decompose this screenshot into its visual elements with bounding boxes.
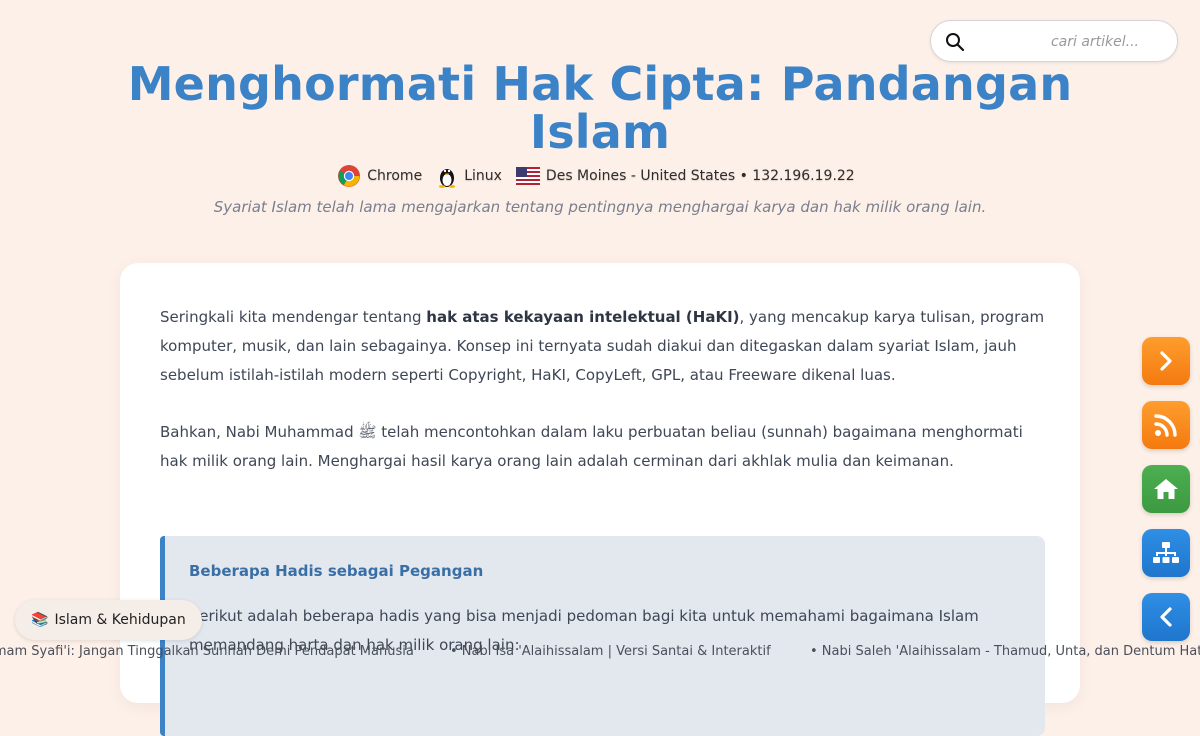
location-info: Des Moines - United States • 132.196.19.… [515,167,855,185]
os-info: Linux [436,164,502,188]
chevron-left-icon [1160,607,1172,627]
intro-paragraph: Seringkali kita mendengar tentang hak at… [160,303,1045,390]
linux-tux-icon [438,169,456,188]
location-label: Des Moines - United States • 132.196.19.… [545,168,855,184]
haki-term: hak atas kekayaan intelektual (HaKI) [426,308,740,326]
sitemap-icon [1153,542,1179,563]
article-card: Seringkali kita mendengar tentang hak at… [120,263,1080,736]
intro-text-start: Seringkali kita mendengar tentang [160,308,427,326]
home-button[interactable] [1142,465,1190,513]
news-ticker: Imam Syafi'i: Jangan Tinggalkan Sunnah D… [0,641,1200,663]
next-article-button[interactable] [1142,337,1190,385]
rss-icon [1154,414,1177,437]
page-subtitle: Syariat Islam telah lama mengajarkan ten… [213,198,987,216]
ticker-item[interactable]: Imam Syafi'i: Jangan Tinggalkan Sunnah D… [0,644,414,659]
browser-label: Chrome [367,168,423,184]
visitor-meta: Chrome Linux Des Moines - United States … [0,163,1200,189]
category-badge[interactable]: 📚 Islam & Kehidupan [15,600,202,640]
hadith-callout: Beberapa Hadis sebagai Pegangan Berikut … [160,536,1045,736]
search-icon [946,33,965,52]
sitemap-button[interactable] [1142,529,1190,577]
chevron-right-icon [1160,351,1172,371]
home-icon [1154,479,1178,499]
previous-article-button[interactable] [1142,593,1190,641]
os-label: Linux [464,168,502,184]
us-flag-icon [515,167,540,185]
browser-info: Chrome [337,164,422,188]
callout-heading: Beberapa Hadis sebagai Pegangan [189,562,484,580]
search-box[interactable] [930,20,1178,62]
page-title: Menghormati Hak Cipta: Pandangan Islam [127,57,1073,159]
ticker-item[interactable]: • Nabi Saleh 'Alaihissalam - Thamud, Unt… [810,644,1200,659]
ticker-item[interactable]: • Nabi Isa 'Alaihissalam | Versi Santai … [450,644,771,659]
second-paragraph: Bahkan, Nabi Muhammad ﷺ telah mencontohk… [160,423,1023,470]
search-input[interactable] [975,29,1163,55]
books-icon: 📚 [31,612,49,628]
category-label: Islam & Kehidupan [54,612,186,628]
chrome-icon [338,165,361,187]
rss-feed-button[interactable] [1142,401,1190,449]
